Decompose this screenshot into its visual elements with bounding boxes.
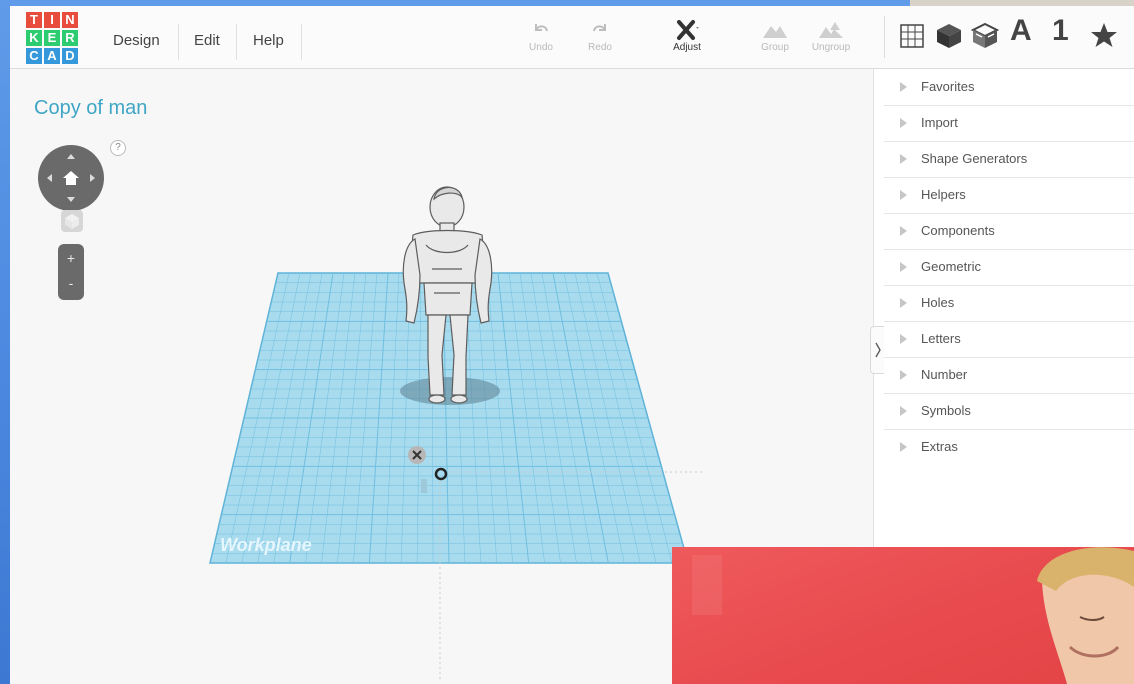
expand-icon	[900, 118, 907, 128]
logo-letter: T	[26, 12, 42, 28]
category-shape-generators[interactable]: Shape Generators	[884, 141, 1134, 178]
expand-icon	[900, 262, 907, 272]
category-label: Components	[921, 223, 995, 238]
presenter-video-overlay	[672, 547, 1134, 684]
chevron-right-icon	[875, 342, 881, 358]
toolbar-divider	[884, 16, 885, 58]
ungroup-label: Ungroup	[811, 42, 851, 53]
adjust-label: Adjust	[673, 42, 701, 53]
category-label: Letters	[921, 331, 961, 346]
logo-letter: D	[62, 48, 78, 64]
expand-icon	[900, 82, 907, 92]
menu-divider	[301, 24, 302, 60]
logo-letter: I	[44, 12, 60, 28]
box-shape-icon[interactable]	[934, 20, 964, 50]
redo-button[interactable]: Redo	[577, 18, 623, 53]
expand-icon	[900, 442, 907, 452]
category-favorites[interactable]: Favorites	[884, 69, 1134, 106]
adjust-icon	[677, 20, 699, 40]
expand-icon	[900, 154, 907, 164]
category-symbols[interactable]: Symbols	[884, 393, 1134, 430]
logo-letter: A	[44, 48, 60, 64]
logo-letter: K	[26, 30, 42, 46]
category-holes[interactable]: Holes	[884, 285, 1134, 322]
corner-photo	[910, 0, 1134, 6]
expand-icon	[900, 370, 907, 380]
redo-icon	[593, 24, 606, 32]
category-label: Import	[921, 115, 958, 130]
category-number[interactable]: Number	[884, 357, 1134, 394]
category-label: Holes	[921, 295, 955, 310]
logo-letter: C	[26, 48, 42, 64]
expand-icon	[900, 406, 907, 416]
category-label: Extras	[921, 439, 958, 454]
category-label: Favorites	[921, 79, 975, 94]
menu-divider	[178, 24, 179, 60]
category-components[interactable]: Components	[884, 213, 1134, 250]
expand-icon	[900, 190, 907, 200]
logo-letter: R	[62, 30, 78, 46]
top-toolbar: T I N K E R C A D Design Edit Help Undo	[10, 6, 1134, 69]
undo-button[interactable]: Undo	[518, 18, 564, 53]
panel-collapse-button[interactable]	[870, 326, 885, 374]
grid-view-icon[interactable]	[898, 20, 926, 50]
group-button[interactable]: Group	[752, 18, 798, 53]
hole-shape-icon[interactable]	[970, 20, 1000, 50]
tinkercad-logo[interactable]: T I N K E R C A D	[26, 12, 80, 66]
number-shapes-tab[interactable]: 1	[1052, 14, 1069, 48]
category-helpers[interactable]: Helpers	[884, 177, 1134, 214]
category-label: Shape Generators	[921, 151, 1028, 166]
menu-divider	[236, 24, 237, 60]
logo-letter: N	[62, 12, 78, 28]
model-shadow	[400, 377, 500, 405]
category-geometric[interactable]: Geometric	[884, 249, 1134, 286]
category-import[interactable]: Import	[884, 105, 1134, 142]
category-label: Number	[921, 367, 968, 382]
undo-label: Undo	[529, 42, 553, 53]
category-label: Helpers	[921, 187, 966, 202]
group-icon	[763, 26, 787, 38]
text-shapes-tab[interactable]: A	[1010, 14, 1032, 48]
ungroup-icon	[819, 22, 843, 38]
ungroup-button[interactable]: Ungroup	[808, 18, 854, 53]
expand-icon	[900, 226, 907, 236]
star-icon[interactable]	[1088, 20, 1120, 50]
expand-icon	[900, 298, 907, 308]
category-extras[interactable]: Extras	[884, 429, 1134, 465]
workplane-label: Workplane	[220, 535, 312, 555]
undo-icon	[535, 24, 548, 32]
category-label: Geometric	[921, 259, 981, 274]
logo-letter: E	[44, 30, 60, 46]
menu-help[interactable]: Help	[253, 6, 284, 68]
adjust-button[interactable]: Adjust	[664, 18, 710, 53]
redo-label: Redo	[588, 42, 612, 53]
group-label: Group	[761, 42, 789, 53]
menu-edit[interactable]: Edit	[194, 6, 220, 68]
category-letters[interactable]: Letters	[884, 321, 1134, 358]
menu-design[interactable]: Design	[113, 6, 160, 68]
category-label: Symbols	[921, 403, 971, 418]
expand-icon	[900, 334, 907, 344]
ruler-marker	[421, 479, 427, 493]
